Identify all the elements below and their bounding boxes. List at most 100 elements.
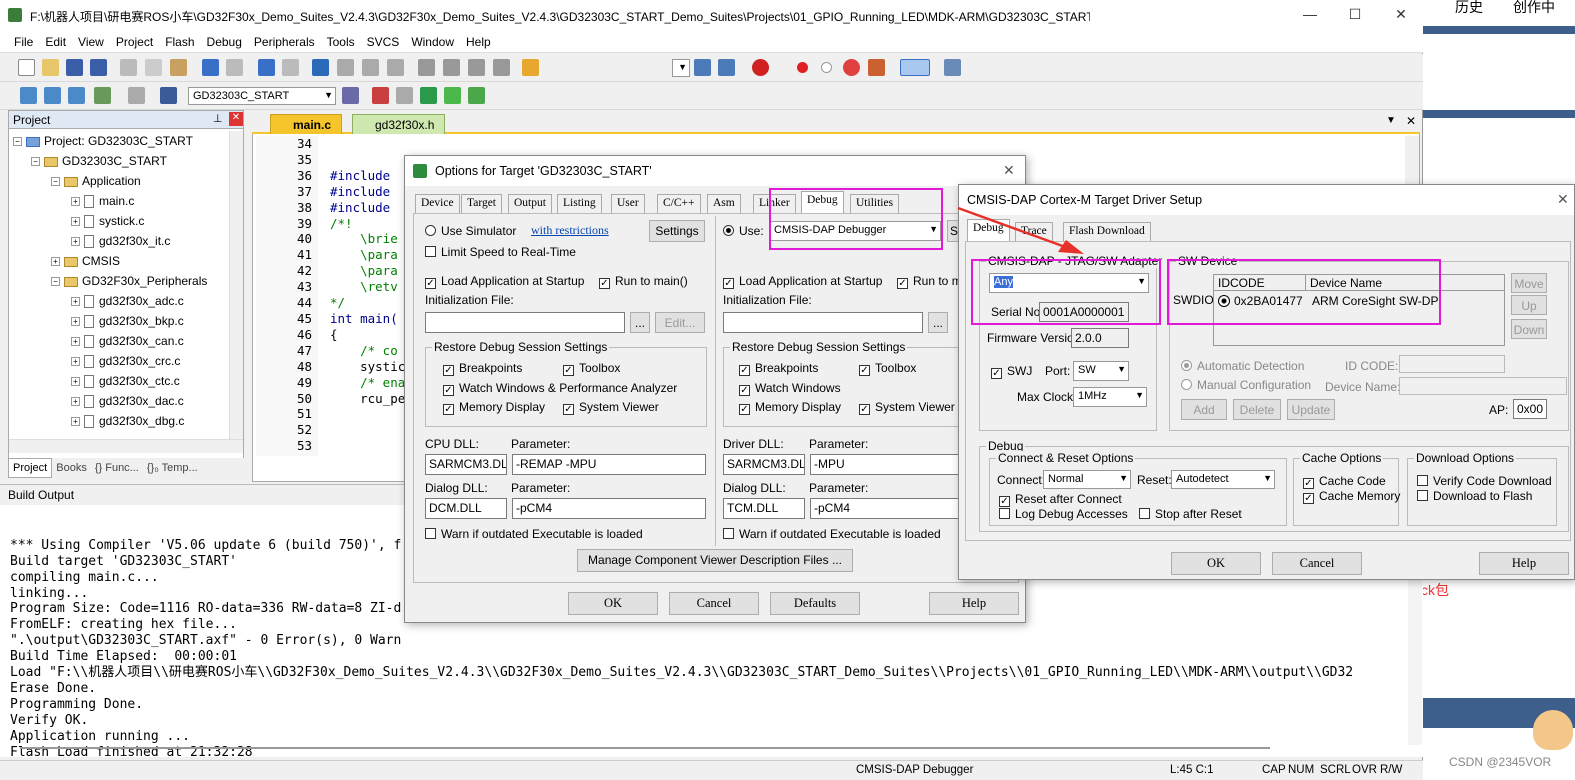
- port-select[interactable]: SW ▼: [1073, 361, 1129, 381]
- right-toolbox-checkbox[interactable]: ✓ Toolbox: [859, 361, 916, 376]
- reset-after-connect-checkbox[interactable]: ✓ Reset after Connect: [999, 492, 1122, 507]
- left-memory-checkbox[interactable]: ✓ Memory Display: [443, 400, 545, 415]
- web-nav-create[interactable]: 创作中: [1513, 0, 1555, 17]
- nav-back-icon[interactable]: [258, 59, 275, 76]
- cmsis-help-button[interactable]: Help: [1479, 552, 1569, 575]
- dialog-param-input[interactable]: -pCM4: [512, 498, 706, 519]
- maximize-button[interactable]: ☐: [1340, 6, 1370, 23]
- tab-functions[interactable]: {} Func...: [91, 459, 143, 477]
- new-file-icon[interactable]: [18, 59, 35, 76]
- cache-code-checkbox[interactable]: ✓ Cache Code: [1303, 474, 1386, 489]
- save-all-icon[interactable]: [90, 59, 107, 76]
- run-time-env-icon[interactable]: [420, 87, 437, 104]
- tab-device[interactable]: Device: [415, 194, 460, 213]
- tree-root[interactable]: − Project: GD32303C_START: [13, 131, 243, 151]
- menu-help[interactable]: Help: [460, 31, 497, 49]
- tree-file[interactable]: + gd32f30x_dbg.c: [13, 411, 243, 431]
- right-breakpoints-checkbox[interactable]: ✓ Breakpoints: [739, 361, 818, 376]
- breakpoint-clear-icon[interactable]: [868, 59, 885, 76]
- breakpoint-icon[interactable]: [797, 62, 808, 73]
- debug-start-icon[interactable]: [752, 59, 769, 76]
- right-init-browse-button[interactable]: ...: [928, 312, 948, 333]
- find-combo[interactable]: ▼: [672, 59, 690, 77]
- right-init-file-input[interactable]: [723, 312, 923, 333]
- stop-build-icon[interactable]: [128, 87, 145, 104]
- use-debugger-radio[interactable]: Use:: [723, 224, 764, 238]
- menu-view[interactable]: View: [72, 31, 110, 49]
- driver-param-input[interactable]: -MPU: [810, 454, 960, 475]
- tree-file[interactable]: + main.c: [13, 191, 243, 211]
- left-load-app-checkbox[interactable]: ✓ Load Application at Startup: [425, 274, 584, 289]
- dialog-dll-input[interactable]: DCM.DLL: [425, 498, 507, 519]
- left-sysviewer-checkbox[interactable]: ✓ System Viewer: [563, 400, 659, 415]
- tree-file[interactable]: + gd32f30x_bkp.c: [13, 311, 243, 331]
- tab-user[interactable]: User: [611, 194, 645, 213]
- target-select[interactable]: GD32303C_START ▼: [188, 87, 336, 105]
- left-init-edit-button[interactable]: Edit...: [655, 312, 705, 333]
- swj-checkbox[interactable]: ✓ SWJ: [991, 364, 1032, 379]
- cmsis-ok-button[interactable]: OK: [1171, 552, 1261, 575]
- open-file-icon[interactable]: [42, 59, 59, 76]
- tab-output[interactable]: Output: [508, 194, 552, 213]
- cmsis-close-icon[interactable]: ✕: [1557, 191, 1569, 208]
- tree-file[interactable]: + gd32f30x_ctc.c: [13, 371, 243, 391]
- tab-close-icon[interactable]: ✕: [1406, 114, 1416, 128]
- menu-edit[interactable]: Edit: [39, 31, 72, 49]
- window-layout-icon[interactable]: [900, 59, 930, 76]
- select-pack-icon[interactable]: [444, 87, 461, 104]
- tree-group-cmsis[interactable]: + CMSIS: [13, 251, 243, 271]
- tab-target[interactable]: Target: [461, 194, 502, 213]
- bookmark-icon[interactable]: [312, 59, 329, 76]
- update-button[interactable]: Update: [1287, 399, 1335, 420]
- right-warn-checkbox[interactable]: Warn if outdated Executable is loaded: [723, 527, 941, 541]
- delete-button[interactable]: Delete: [1233, 399, 1281, 420]
- left-breakpoints-checkbox[interactable]: ✓ Breakpoints: [443, 361, 522, 376]
- bookmark-prev-icon[interactable]: [337, 59, 354, 76]
- menu-file[interactable]: File: [8, 31, 39, 49]
- connect-select[interactable]: Normal ▼: [1043, 470, 1131, 489]
- paste-icon[interactable]: [170, 59, 187, 76]
- unindent-icon[interactable]: [443, 59, 460, 76]
- breakpoint-disable-icon[interactable]: [821, 62, 832, 73]
- tree-file[interactable]: + gd32f30x_crc.c: [13, 351, 243, 371]
- tab-listing[interactable]: Listing: [557, 194, 602, 213]
- file-extensions-icon[interactable]: [396, 87, 413, 104]
- menu-flash[interactable]: Flash: [159, 31, 200, 49]
- target-options-icon[interactable]: [342, 87, 359, 104]
- right-memory-checkbox[interactable]: ✓ Memory Display: [739, 400, 841, 415]
- left-init-file-input[interactable]: [425, 312, 625, 333]
- options-cancel-button[interactable]: Cancel: [669, 592, 759, 615]
- tree-file[interactable]: + gd32f30x_it.c: [13, 231, 243, 251]
- device-name-input[interactable]: [1399, 377, 1567, 395]
- right-sysviewer-checkbox[interactable]: ✓ System Viewer: [859, 400, 955, 415]
- reset-select[interactable]: Autodetect ▼: [1171, 470, 1275, 489]
- driver-dll-input[interactable]: SARMCM3.DLL: [723, 454, 805, 475]
- tab-main-c[interactable]: main.c: [270, 114, 343, 134]
- down-button[interactable]: Down: [1511, 319, 1547, 339]
- tree-file[interactable]: + systick.c: [13, 211, 243, 231]
- web-nav-history[interactable]: 历史: [1455, 0, 1483, 17]
- auto-detect-radio[interactable]: Automatic Detection: [1181, 359, 1304, 373]
- cpu-dll-input[interactable]: SARMCM3.DLL: [425, 454, 507, 475]
- options-help-button[interactable]: Help: [929, 592, 1019, 615]
- right-load-app-checkbox[interactable]: ✓ Load Application at Startup: [723, 274, 882, 289]
- up-button[interactable]: Up: [1511, 295, 1547, 315]
- build-icon[interactable]: [44, 87, 61, 104]
- stop-after-reset-checkbox[interactable]: Stop after Reset: [1139, 507, 1242, 521]
- bookmark-next-icon[interactable]: [362, 59, 379, 76]
- left-toolbox-checkbox[interactable]: ✓ Toolbox: [563, 361, 620, 376]
- tree-file[interactable]: + gd32f30x_dac.c: [13, 391, 243, 411]
- batch-build-icon[interactable]: [94, 87, 111, 104]
- pack-installer-icon[interactable]: [468, 87, 485, 104]
- download-flash-checkbox[interactable]: Download to Flash: [1417, 489, 1532, 503]
- manual-config-radio[interactable]: Manual Configuration: [1181, 378, 1311, 392]
- menu-peripherals[interactable]: Peripherals: [248, 31, 321, 49]
- breakpoint-kill-icon[interactable]: [843, 59, 860, 76]
- rebuild-icon[interactable]: [68, 87, 85, 104]
- left-init-browse-button[interactable]: ...: [630, 312, 650, 333]
- tree-file[interactable]: + gd32f30x_adc.c: [13, 291, 243, 311]
- indent-icon[interactable]: [418, 59, 435, 76]
- add-button[interactable]: Add: [1181, 399, 1227, 420]
- ap-input[interactable]: 0x00: [1513, 399, 1547, 419]
- tree-vscrollbar[interactable]: [229, 131, 243, 439]
